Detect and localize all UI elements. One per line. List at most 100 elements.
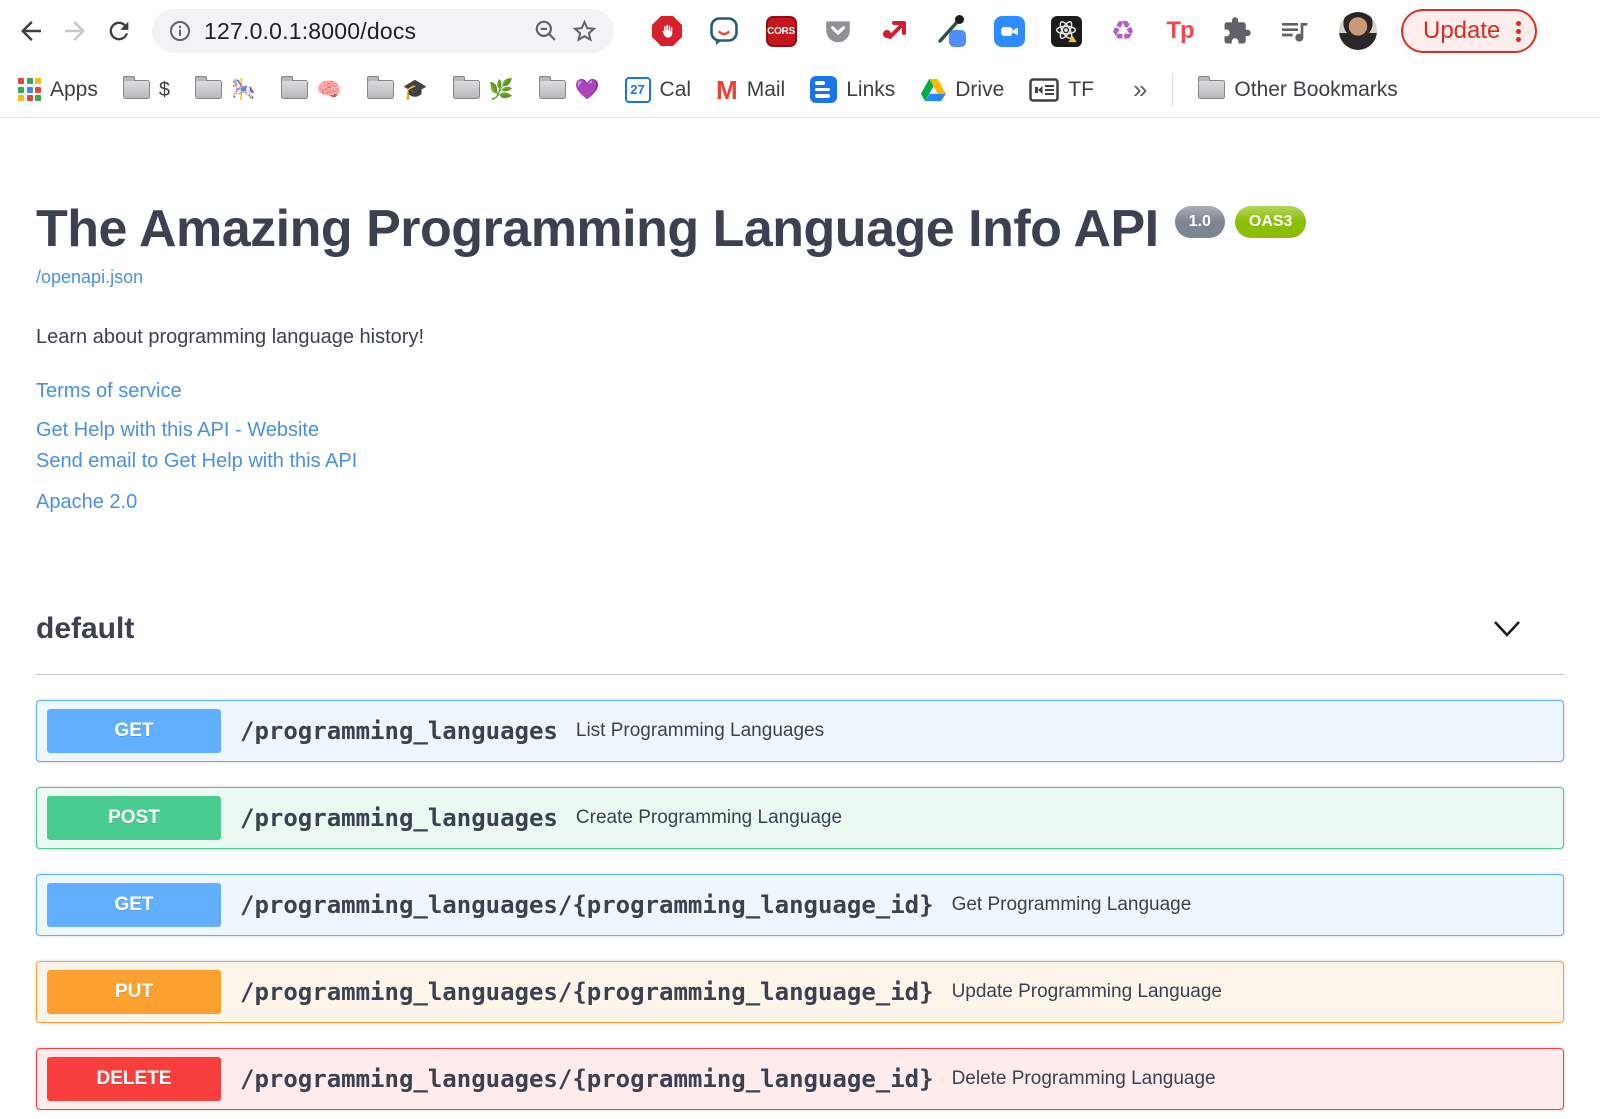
update-button[interactable]: Update [1401,9,1538,53]
oas3-badge: OAS3 [1234,206,1307,238]
chat-extension-icon[interactable] [707,14,741,48]
bookmark-mail[interactable]: M Mail [716,77,785,103]
pocket-extension-icon[interactable] [821,14,855,48]
terms-of-service-link[interactable]: Terms of service [36,380,1564,403]
section-title: default [36,611,135,645]
opblock-get-language[interactable]: GET /programming_languages/{programming_… [36,873,1564,936]
bookmark-star-icon[interactable] [571,18,598,45]
opblock-get-list-languages[interactable]: GET /programming_languages List Programm… [36,699,1564,762]
bookmark-folder-herb[interactable]: 🌿 [452,76,514,101]
bookmark-tf[interactable]: TF [1029,78,1094,102]
playlist-icon[interactable] [1277,14,1311,48]
bookmark-folder-brain[interactable]: 🧠 [280,76,342,101]
method-badge-delete: DELETE [47,1056,221,1101]
recycle-extension-icon[interactable]: ♻ [1106,14,1140,48]
update-label: Update [1423,17,1501,44]
browser-chrome: 127.0.0.1:8000/docs CORS ♻ Tp Update App… [0,0,1600,118]
toucan-extension-icon[interactable]: Tp [1163,14,1197,48]
bookmark-label: TF [1068,77,1094,101]
contact-website-link[interactable]: Get Help with this API - Website [36,419,1564,442]
api-info-header: The Amazing Programming Language Info AP… [36,202,1564,257]
folder-emoji: 🌿 [488,78,514,101]
zoom-extension-icon[interactable] [992,14,1026,48]
address-bar[interactable]: 127.0.0.1:8000/docs [152,9,614,53]
license-link[interactable]: Apache 2.0 [36,491,1564,514]
bookmark-calendar[interactable]: 27 Cal [624,76,692,103]
endpoint-summary: Update Programming Language [951,980,1222,1002]
folder-icon [122,76,150,99]
bookmark-label: Drive [955,77,1005,101]
browser-menu-icon[interactable] [1516,20,1522,42]
extensions-puzzle-icon[interactable] [1220,14,1254,48]
gmail-icon: M [716,74,738,105]
apps-grid-icon [18,78,41,101]
bookmark-label: Mail [746,77,786,101]
color-picker-extension-icon[interactable] [935,14,969,48]
folder-icon [280,76,308,99]
endpoint-summary: Delete Programming Language [951,1067,1216,1089]
announcement-card-icon [1029,77,1060,102]
endpoint-summary: Get Programming Language [951,893,1192,915]
api-description: Learn about programming language history… [36,325,425,348]
opblock-post-create-language[interactable]: POST /programming_languages Create Progr… [36,786,1564,849]
folder-icon [366,76,394,99]
endpoint-path: /programming_languages/{programming_lang… [240,977,934,1006]
folder-icon [195,76,222,99]
endpoint-path: /programming_languages/{programming_lang… [240,890,934,919]
site-info-icon[interactable] [168,19,192,43]
opblock-delete-language[interactable]: DELETE /programming_languages/{programmi… [36,1047,1564,1110]
folder-emoji: 💜 [574,78,600,101]
endpoint-path: /programming_languages [240,803,558,832]
folder-icon [1198,76,1226,99]
browser-toolbar: 127.0.0.1:8000/docs CORS ♻ Tp Update [0,0,1600,62]
bookmark-label: Links [846,77,896,101]
endpoint-summary: List Programming Languages [575,719,825,741]
tag-section-default[interactable]: default [36,612,1564,675]
swagger-page: The Amazing Programming Language Info AP… [0,202,1600,1110]
method-badge-get: GET [47,708,221,753]
links-list-icon [810,76,838,103]
google-calendar-icon: 27 [624,76,651,103]
bookmark-folder-graduation[interactable]: 🎓 [366,76,428,101]
adblock-extension-icon[interactable] [650,14,684,48]
bookmark-folder-heart[interactable]: 💜 [538,76,600,101]
opblock-put-update-language[interactable]: PUT /programming_languages/{programming_… [36,960,1564,1023]
folder-emoji: 🎠 [231,78,256,101]
bookmark-folder-carousel[interactable]: 🎠 [195,76,256,101]
openapi-spec-link[interactable]: /openapi.json [36,267,143,288]
other-bookmarks[interactable]: Other Bookmarks [1198,76,1398,102]
bookmark-label: Apps [50,77,98,101]
back-button[interactable] [14,14,48,48]
folder-emoji: 🧠 [316,78,342,101]
url-text[interactable]: 127.0.0.1:8000/docs [204,18,416,45]
bookmark-folder-money[interactable]: $ [122,76,170,101]
google-drive-icon [920,78,947,102]
endpoint-summary: Create Programming Language [575,806,843,828]
endpoint-path: /programming_languages/{programming_lang… [240,1064,934,1093]
method-badge-get: GET [47,882,221,927]
collapse-chevron-icon[interactable] [1492,618,1522,640]
folder-emoji: 🎓 [402,78,428,101]
bookmark-apps[interactable]: Apps [18,78,98,102]
bookmark-label: Other Bookmarks [1234,77,1398,101]
version-badge: 1.0 [1174,206,1225,238]
redirect-extension-icon[interactable] [878,14,912,48]
bookmark-label: Cal [659,77,692,101]
folder-icon [452,76,480,99]
contact-email-link[interactable]: Send email to Get Help with this API [36,450,1564,473]
reload-button[interactable] [102,14,136,48]
cors-extension-icon[interactable]: CORS [764,14,798,48]
folder-icon [538,76,566,99]
endpoint-path: /programming_languages [240,716,558,745]
bookmarks-overflow-chevron[interactable]: » [1133,74,1147,105]
react-devtools-extension-icon[interactable] [1049,14,1083,48]
method-badge-post: POST [47,795,221,840]
bookmark-drive[interactable]: Drive [920,78,1004,102]
bookmark-links[interactable]: Links [810,76,895,103]
profile-avatar[interactable] [1339,12,1377,50]
folder-emoji: $ [158,78,170,101]
method-badge-put: PUT [47,969,221,1014]
zoom-out-icon[interactable] [533,18,559,44]
extension-icons: CORS ♻ Tp [650,14,1311,48]
forward-button[interactable] [58,14,92,48]
